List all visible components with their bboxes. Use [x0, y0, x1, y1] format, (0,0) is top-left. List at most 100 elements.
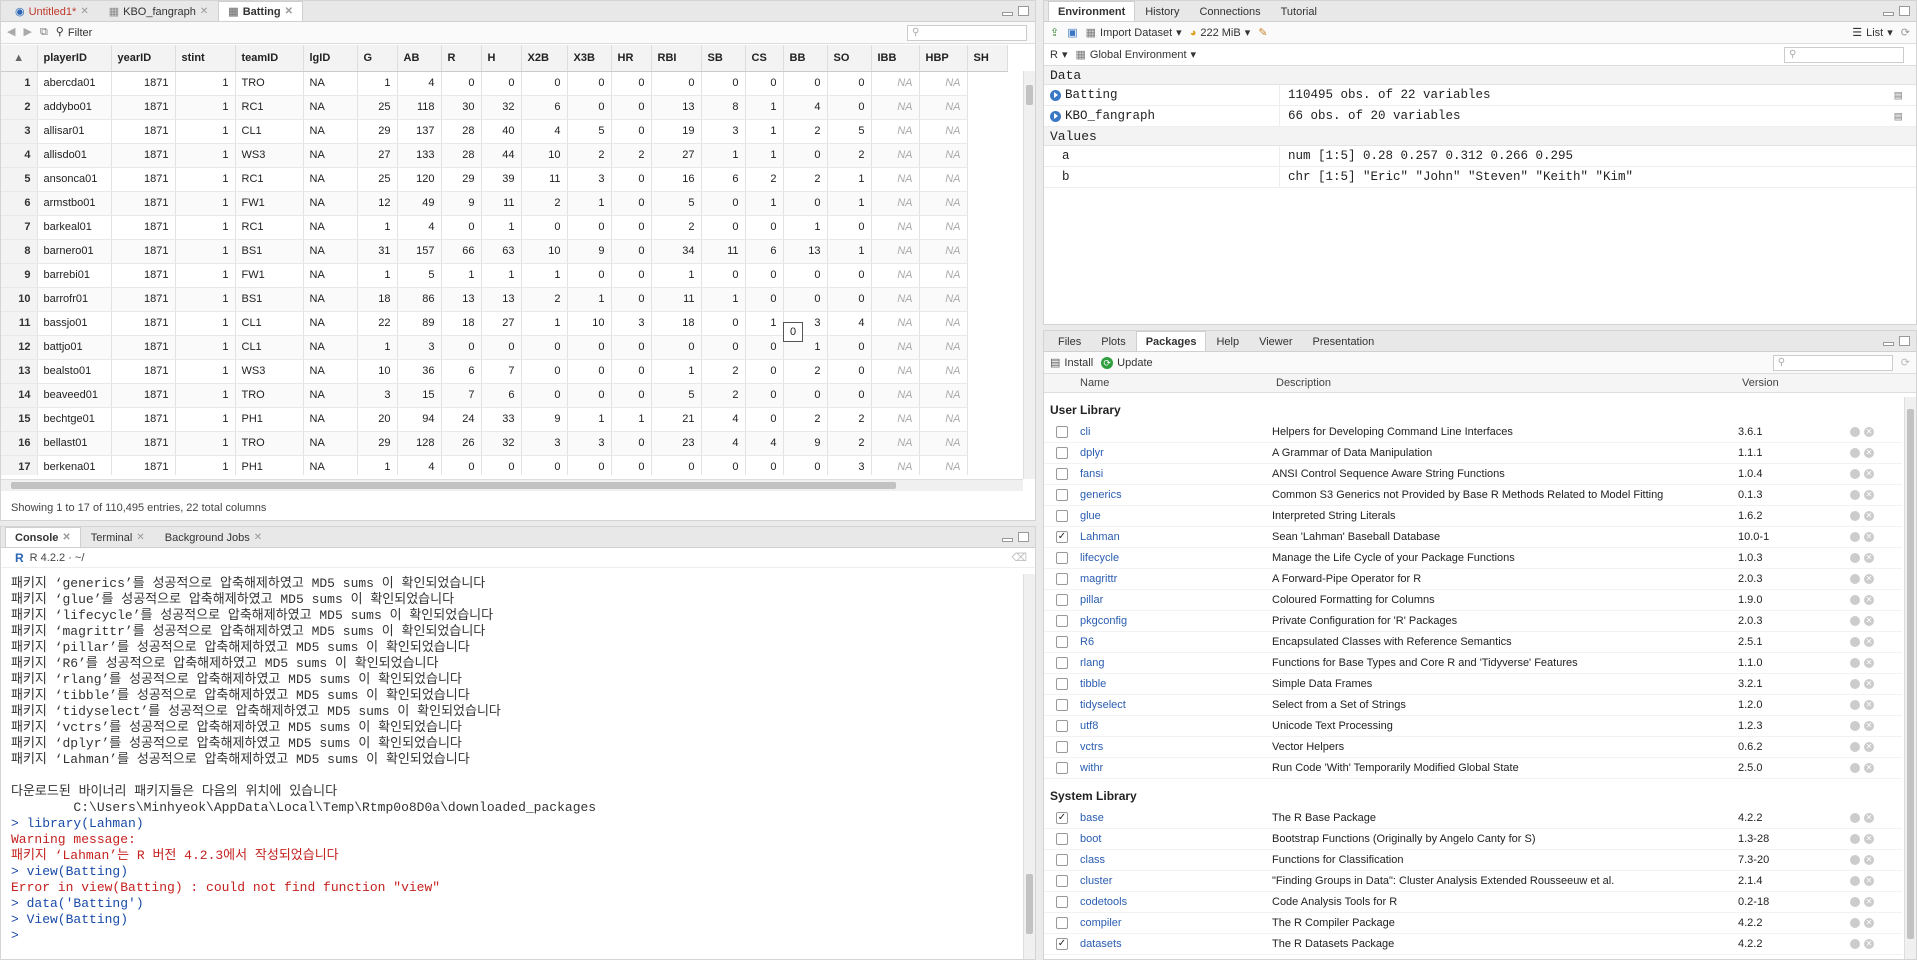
env-data-row[interactable]: Batting 110495 obs. of 22 variables ▤: [1044, 85, 1916, 106]
minimize-pane-icon[interactable]: [1002, 538, 1013, 542]
column-header-cs[interactable]: CS: [745, 45, 784, 72]
remove-package-icon[interactable]: ✕: [1864, 855, 1874, 865]
package-load-checkbox[interactable]: [1056, 741, 1068, 753]
console-output[interactable]: 패키지 ‘generics’를 성공적으로 압축해제하였고 MD5 sums 이…: [1, 574, 1021, 959]
package-name-link[interactable]: generics: [1080, 489, 1272, 501]
help-web-icon[interactable]: [1850, 855, 1860, 865]
package-name-link[interactable]: rlang: [1080, 657, 1272, 669]
help-web-icon[interactable]: [1850, 834, 1860, 844]
minimize-pane-icon[interactable]: [1883, 12, 1894, 16]
remove-package-icon[interactable]: ✕: [1864, 918, 1874, 928]
package-name-link[interactable]: Lahman: [1080, 531, 1272, 543]
package-load-checkbox[interactable]: ✓: [1056, 531, 1068, 543]
package-load-checkbox[interactable]: [1056, 489, 1068, 501]
package-load-checkbox[interactable]: [1056, 552, 1068, 564]
package-name-link[interactable]: boot: [1080, 833, 1272, 845]
remove-package-icon[interactable]: ✕: [1864, 511, 1874, 521]
package-name-link[interactable]: class: [1080, 854, 1272, 866]
remove-package-icon[interactable]: ✕: [1864, 616, 1874, 626]
files-tab-help[interactable]: Help: [1206, 331, 1249, 351]
package-load-checkbox[interactable]: [1056, 657, 1068, 669]
env-tab-connections[interactable]: Connections: [1189, 1, 1270, 21]
files-tab-packages[interactable]: Packages: [1135, 331, 1207, 351]
minimize-pane-icon[interactable]: [1002, 12, 1013, 16]
packages-scrollbar[interactable]: [1904, 397, 1916, 959]
help-web-icon[interactable]: [1850, 574, 1860, 584]
env-tab-history[interactable]: History: [1135, 1, 1189, 21]
column-header-ab[interactable]: AB: [397, 45, 442, 72]
package-load-checkbox[interactable]: [1056, 447, 1068, 459]
scroll-thumb[interactable]: [1026, 85, 1033, 105]
save-workspace-icon[interactable]: ▣: [1067, 26, 1077, 39]
close-icon[interactable]: ✕: [62, 532, 70, 543]
remove-package-icon[interactable]: ✕: [1864, 679, 1874, 689]
package-load-checkbox[interactable]: [1056, 699, 1068, 711]
column-header-ibb[interactable]: IBB: [871, 45, 920, 72]
help-web-icon[interactable]: [1850, 490, 1860, 500]
sort-corner-icon[interactable]: ▲: [1, 45, 38, 72]
remove-package-icon[interactable]: ✕: [1864, 532, 1874, 542]
maximize-pane-icon[interactable]: [1899, 336, 1910, 346]
remove-package-icon[interactable]: ✕: [1864, 574, 1874, 584]
console-scrollbar[interactable]: [1023, 574, 1035, 959]
remove-package-icon[interactable]: ✕: [1864, 700, 1874, 710]
remove-package-icon[interactable]: ✕: [1864, 876, 1874, 886]
source-tab-kbo_fangraph[interactable]: ▦ KBO_fangraph ✕: [99, 1, 219, 21]
remove-package-icon[interactable]: ✕: [1864, 897, 1874, 907]
package-load-checkbox[interactable]: [1056, 594, 1068, 606]
package-name-link[interactable]: pillar: [1080, 594, 1272, 606]
env-tab-environment[interactable]: Environment: [1048, 1, 1136, 21]
package-load-checkbox[interactable]: [1056, 917, 1068, 929]
column-header-sb[interactable]: SB: [701, 45, 746, 72]
view-mode-select[interactable]: ☰ List ▾: [1852, 26, 1893, 40]
env-search-input[interactable]: ⚲: [1784, 46, 1904, 63]
help-web-icon[interactable]: [1850, 511, 1860, 521]
package-name-link[interactable]: fansi: [1080, 468, 1272, 480]
help-web-icon[interactable]: [1850, 532, 1860, 542]
console-tab-console[interactable]: Console ✕: [5, 527, 81, 547]
close-icon[interactable]: ✕: [80, 6, 88, 17]
package-load-checkbox[interactable]: [1056, 510, 1068, 522]
help-web-icon[interactable]: [1850, 700, 1860, 710]
col-name[interactable]: Name: [1080, 377, 1272, 389]
help-web-icon[interactable]: [1850, 616, 1860, 626]
package-name-link[interactable]: magrittr: [1080, 573, 1272, 585]
package-load-checkbox[interactable]: [1056, 426, 1068, 438]
scroll-thumb[interactable]: [1026, 874, 1033, 934]
files-tab-files[interactable]: Files: [1048, 331, 1091, 351]
package-load-checkbox[interactable]: [1056, 896, 1068, 908]
help-web-icon[interactable]: [1850, 658, 1860, 668]
remove-package-icon[interactable]: ✕: [1864, 490, 1874, 500]
col-version[interactable]: Version: [1738, 377, 1850, 389]
package-name-link[interactable]: dplyr: [1080, 447, 1272, 459]
help-web-icon[interactable]: [1850, 679, 1860, 689]
column-header-rbi[interactable]: RBI: [651, 45, 702, 72]
help-web-icon[interactable]: [1850, 595, 1860, 605]
clear-console-icon[interactable]: ⌫: [1011, 551, 1027, 564]
remove-package-icon[interactable]: ✕: [1864, 658, 1874, 668]
help-web-icon[interactable]: [1850, 427, 1860, 437]
package-load-checkbox[interactable]: [1056, 615, 1068, 627]
package-load-checkbox[interactable]: [1056, 678, 1068, 690]
source-tab-batting[interactable]: ▦ Batting ✕: [218, 1, 303, 21]
scroll-thumb[interactable]: [11, 482, 896, 489]
install-button[interactable]: ▤ Install: [1050, 356, 1093, 370]
remove-package-icon[interactable]: ✕: [1864, 553, 1874, 563]
remove-package-icon[interactable]: ✕: [1864, 595, 1874, 605]
help-web-icon[interactable]: [1850, 553, 1860, 563]
environment-scope-select[interactable]: ▦ Global Environment ▾: [1075, 48, 1196, 62]
column-header-x2b[interactable]: X2B: [521, 45, 568, 72]
package-name-link[interactable]: lifecycle: [1080, 552, 1272, 564]
package-name-link[interactable]: utf8: [1080, 720, 1272, 732]
package-load-checkbox[interactable]: ✓: [1056, 938, 1068, 950]
package-search-input[interactable]: ⚲: [1772, 354, 1893, 371]
package-load-checkbox[interactable]: [1056, 762, 1068, 774]
close-icon[interactable]: ✕: [200, 6, 208, 17]
expand-arrow-icon[interactable]: [1050, 89, 1061, 101]
refresh-icon[interactable]: ⟳: [1901, 26, 1910, 39]
files-tab-plots[interactable]: Plots: [1091, 331, 1135, 351]
close-icon[interactable]: ✕: [136, 532, 144, 543]
refresh-icon[interactable]: ⟳: [1901, 356, 1910, 369]
expand-arrow-icon[interactable]: [1050, 110, 1061, 122]
grid-vertical-scrollbar[interactable]: [1023, 71, 1035, 479]
